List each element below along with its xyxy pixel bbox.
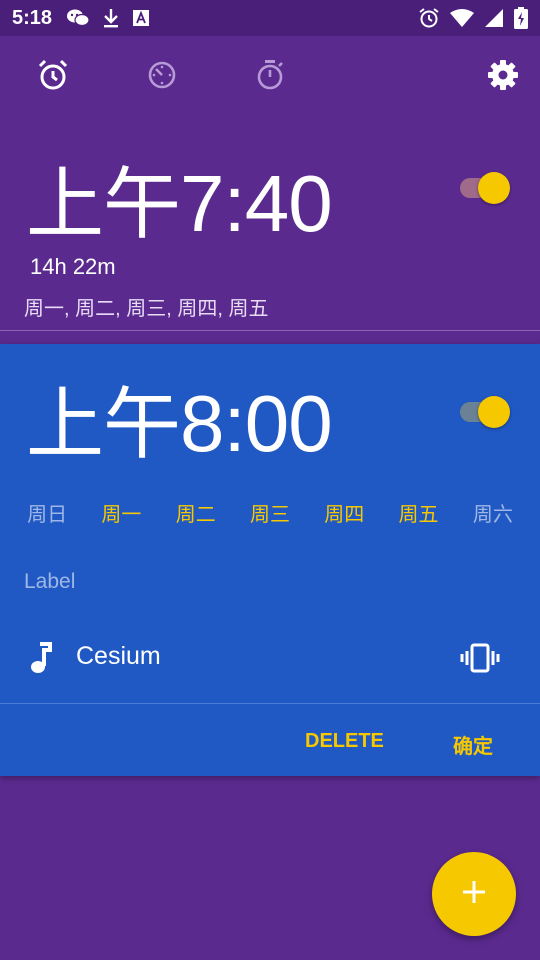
label-field[interactable]: Label (24, 570, 75, 594)
alarm-1-ampm: 上午 (26, 160, 181, 248)
confirm-button[interactable]: 确定 (453, 730, 493, 759)
settings-button[interactable] (486, 59, 520, 96)
divider (0, 330, 540, 331)
delete-button[interactable]: DELETE (305, 730, 384, 753)
clock-tab[interactable] (145, 60, 179, 94)
alarm-1-days: 周一, 周二, 周三, 周四, 周五 (24, 298, 269, 320)
text-a-icon (132, 9, 150, 27)
wifi-icon (450, 8, 474, 28)
plus-icon (461, 879, 487, 910)
day-monday[interactable]: 周一 (91, 498, 151, 527)
day-tuesday[interactable]: 周二 (166, 498, 226, 527)
weekday-selector: 周日 周一 周二 周三 周四 周五 周六 (0, 498, 540, 527)
top-toolbar (0, 36, 540, 122)
ringtone-name: Cesium (76, 642, 161, 670)
music-note-icon (30, 642, 54, 679)
add-alarm-button[interactable] (432, 852, 516, 936)
day-saturday[interactable]: 周六 (463, 498, 523, 527)
alarm-2-time[interactable]: 上午8:00 (26, 362, 333, 474)
day-thursday[interactable]: 周四 (314, 498, 374, 527)
stopwatch-tab[interactable] (253, 59, 287, 96)
alarm-icon (36, 58, 70, 97)
status-bar: 5:18 (0, 0, 540, 36)
day-wednesday[interactable]: 周三 (240, 498, 300, 527)
vibrate-icon[interactable] (460, 642, 500, 679)
status-time: 5:18 (12, 6, 53, 29)
card-divider (0, 703, 540, 704)
download-icon (102, 7, 120, 29)
alarm-2-hm: 8:00 (180, 379, 333, 468)
day-sunday[interactable]: 周日 (17, 498, 77, 527)
gear-icon (487, 59, 519, 96)
wechat-icon (66, 8, 90, 28)
clock-icon (147, 60, 177, 95)
signal-icon (484, 8, 504, 28)
alarm-tab[interactable] (36, 58, 70, 97)
alarm-1-time[interactable]: 上午7:40 (26, 142, 333, 254)
alarm-1-toggle[interactable] (458, 172, 514, 204)
ringtone-row[interactable]: Cesium (0, 640, 540, 680)
alarm-item-1[interactable]: 上午7:40 14h 22m 周一, 周二, 周三, 周四, 周五 (0, 122, 540, 330)
alarm-clock-icon (418, 7, 440, 29)
toggle-thumb (478, 172, 510, 204)
day-friday[interactable]: 周五 (389, 498, 449, 527)
alarm-1-remaining: 14h 22m (30, 254, 116, 279)
toggle-thumb (478, 396, 510, 428)
battery-charging-icon (514, 7, 528, 29)
stopwatch-icon (255, 59, 285, 96)
alarm-1-hm: 7:40 (180, 159, 333, 248)
alarm-item-2-expanded: 上午8:00 周日 周一 周二 周三 周四 周五 周六 Label Cesium… (0, 344, 540, 776)
alarm-2-toggle[interactable] (458, 396, 514, 428)
alarm-2-ampm: 上午 (26, 380, 181, 468)
